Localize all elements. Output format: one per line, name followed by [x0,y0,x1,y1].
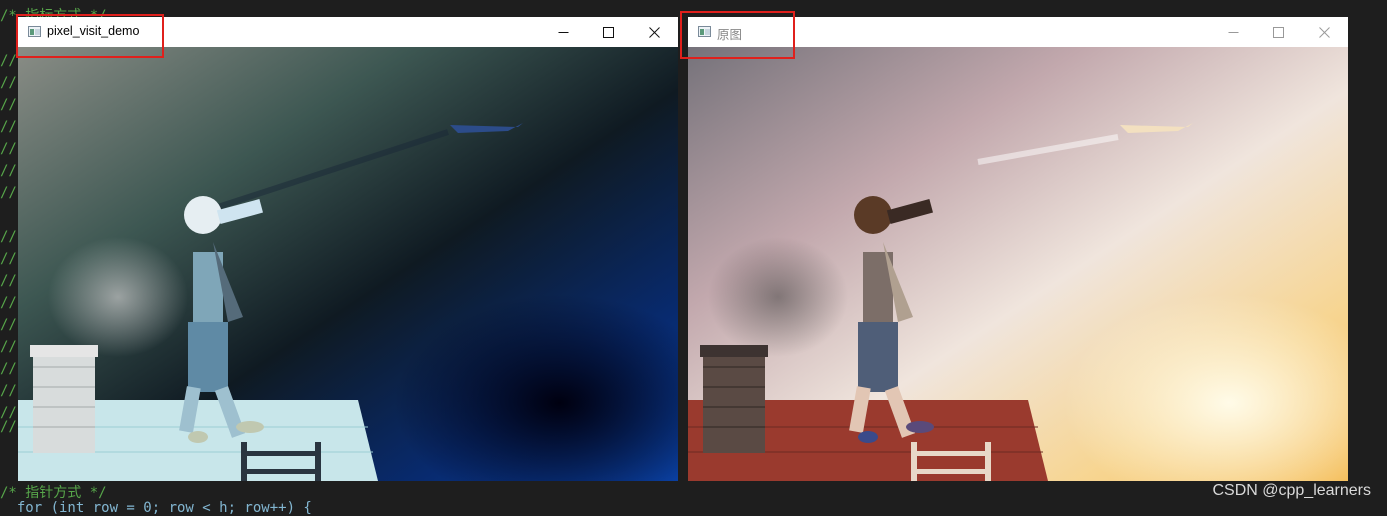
maximize-icon[interactable] [585,17,631,47]
code-gutter: // // // // // // // // // // // // // /… [0,0,18,509]
window-original[interactable]: 原图 [688,17,1348,481]
inverted-image [18,47,678,481]
original-image [688,47,1348,481]
minimize-icon[interactable] [540,17,586,47]
close-icon[interactable] [631,17,677,47]
minimize-icon[interactable] [1210,17,1256,47]
window-pixel-visit-demo[interactable]: pixel_visit_demo [18,17,678,481]
highlight-box-right-title [680,11,795,59]
original-photo-svg [688,47,1348,481]
maximize-icon[interactable] [1255,17,1301,47]
highlight-box-left-title [16,14,164,58]
inverted-photo-svg [18,47,678,481]
watermark: CSDN @cpp_learners [1212,482,1371,500]
close-icon[interactable] [1301,17,1347,47]
code-comment-bottom: /* 指针方式 */ [0,482,107,502]
code-loop-line: for (int row = 0; row < h; row++) { [0,500,312,516]
